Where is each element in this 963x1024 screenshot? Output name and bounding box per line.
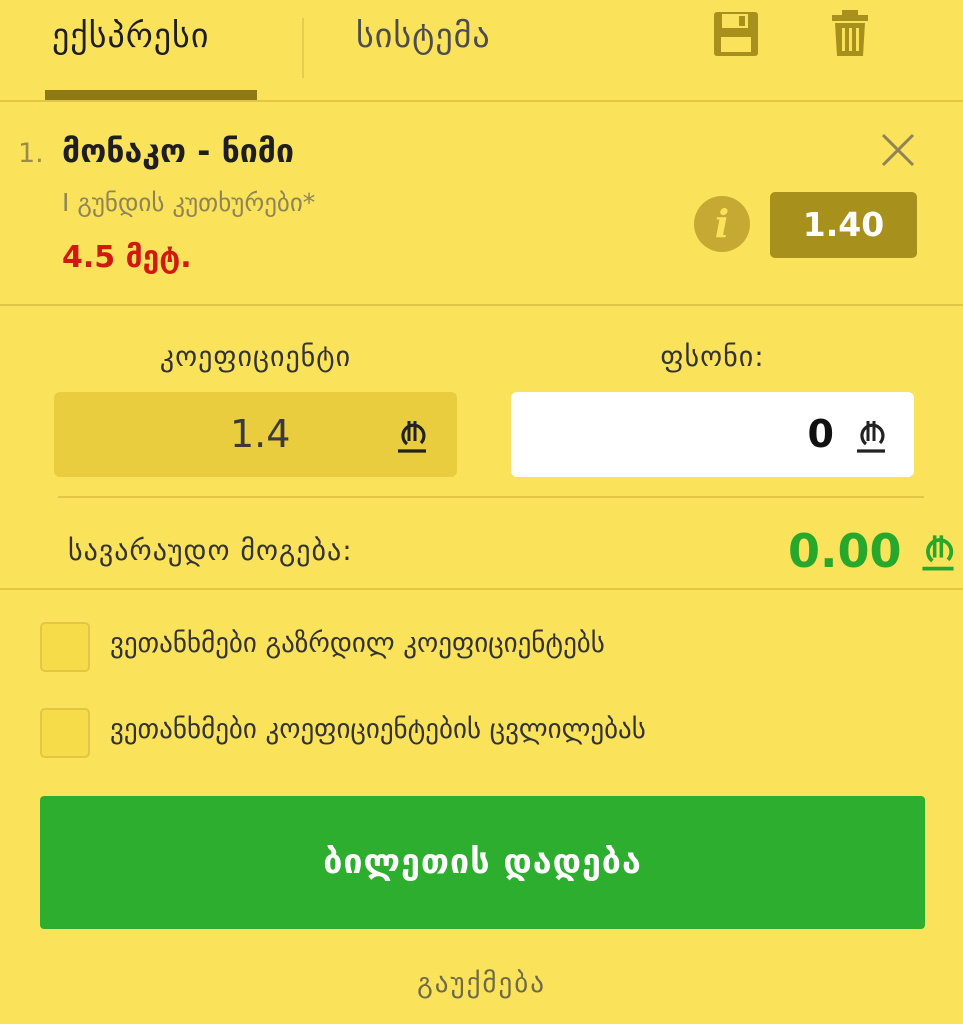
bet-slip-header: ექსპრესი სისტემა (0, 0, 963, 102)
floppy-disk-icon[interactable] (712, 10, 760, 58)
info-icon[interactable]: i (694, 196, 750, 252)
lari-icon (857, 421, 885, 453)
lari-icon (922, 535, 954, 571)
lari-icon (398, 421, 426, 453)
accept-odds-changes-checkbox[interactable] (40, 708, 90, 758)
close-icon[interactable] (880, 132, 916, 168)
divider (0, 588, 963, 590)
bet-index: 1. (18, 138, 44, 169)
potential-win-label: სავარაუდო მოგება: (68, 534, 353, 567)
cancel-button[interactable]: გაუქმება (0, 968, 963, 999)
accept-odds-changes-label: ვეთანხმები კოეფიციენტების ცვლილებას (110, 714, 646, 745)
accept-increased-odds-checkbox[interactable] (40, 622, 90, 672)
active-tab-indicator (45, 90, 257, 100)
bet-market: I გუნდის კუთხურები* (62, 188, 316, 217)
stake-input[interactable]: 0 (511, 392, 914, 477)
odds-badge: 1.40 (770, 192, 917, 258)
potential-win-value: 0.00 (788, 524, 902, 578)
tab-system[interactable]: სისტემა (356, 14, 491, 58)
bet-item: 1. მონაკო - ნიმი I გუნდის კუთხურები* 4.5… (0, 102, 963, 306)
accept-increased-odds-label: ვეთანხმები გაზრდილ კოეფიციენტებს (110, 628, 605, 659)
stake-label: ფსონი: (660, 340, 765, 373)
place-bet-button[interactable]: ბილეთის დადება (40, 796, 925, 929)
coefficient-value: 1.4 (230, 412, 291, 456)
bet-match-name: მონაკო - ნიმი (62, 132, 294, 170)
stake-value: 0 (807, 412, 834, 456)
coefficient-display: 1.4 (54, 392, 457, 477)
coefficient-label: კოეფიციენტი (159, 340, 352, 373)
bet-selection: 4.5 მეტ. (62, 240, 192, 275)
tab-divider (302, 18, 304, 78)
trash-icon[interactable] (830, 10, 878, 58)
tab-express[interactable]: ექსპრესი (52, 14, 209, 58)
divider (58, 496, 924, 498)
